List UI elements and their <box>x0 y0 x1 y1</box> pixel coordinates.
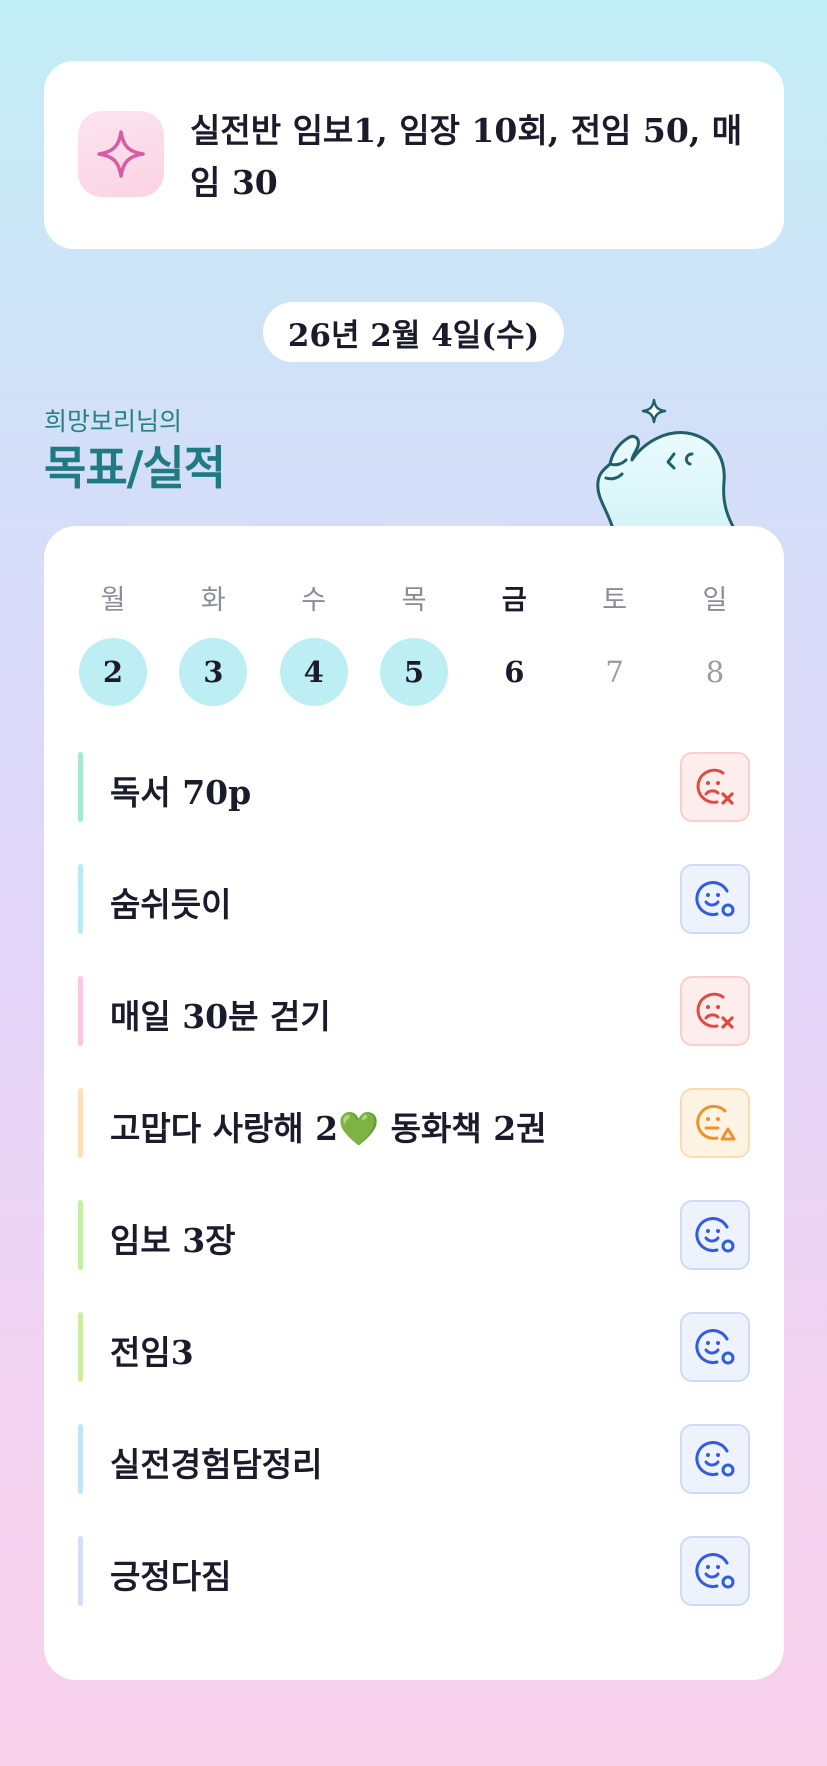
task-list: 독서 70p 숨쉬듯이매일 30분 걷기고맙다 사랑해 2💚 동화책 2권임보 3… <box>78 752 750 1648</box>
page-title: 목표/실적 <box>44 441 226 495</box>
task-item[interactable]: 매일 30분 걷기 <box>78 976 750 1088</box>
neutral-face-triangle-icon[interactable] <box>680 1088 750 1158</box>
day-number[interactable]: 4 <box>279 638 348 706</box>
day-number[interactable]: 6 <box>480 638 548 706</box>
task-color-bar <box>78 976 83 1046</box>
day-label: 목 <box>401 585 427 616</box>
day-number[interactable]: 5 <box>379 638 448 706</box>
task-label: 임보 3장 <box>110 1221 236 1260</box>
sad-face-x-icon[interactable] <box>680 976 750 1046</box>
task-item[interactable]: 독서 70p <box>78 752 750 864</box>
task-item[interactable]: 숨쉬듯이 <box>78 864 750 976</box>
day-sun[interactable]: 일 8 <box>680 578 750 706</box>
task-label: 숨쉬듯이 <box>110 885 232 924</box>
task-label: 긍정다짐 <box>110 1557 232 1596</box>
day-label: 일 <box>702 585 728 616</box>
task-color-bar <box>78 1088 83 1158</box>
goal-text: 실전반 임보1, 임장 10회, 전임 50, 매임 30 <box>190 111 743 202</box>
task-label: 전임3 <box>110 1333 194 1372</box>
day-number[interactable]: 7 <box>581 638 649 706</box>
smile-face-o-icon[interactable] <box>680 1312 750 1382</box>
task-label: 독서 70p <box>110 773 252 812</box>
day-sat[interactable]: 토 7 <box>580 578 650 706</box>
date-pill[interactable]: 26년 2월 4일(수) <box>263 302 564 362</box>
task-color-bar <box>78 1424 83 1494</box>
day-label: 금 <box>501 585 527 616</box>
task-item[interactable]: 긍정다짐 <box>78 1536 750 1648</box>
day-mon[interactable]: 월 2 <box>78 578 148 706</box>
day-label: 화 <box>200 585 226 616</box>
day-number[interactable]: 3 <box>179 638 248 706</box>
day-number[interactable]: 8 <box>681 638 749 706</box>
task-color-bar <box>78 1536 83 1606</box>
smile-face-o-icon[interactable] <box>680 1200 750 1270</box>
task-item[interactable]: 고맙다 사랑해 2💚 동화책 2권 <box>78 1088 750 1200</box>
sad-face-x-icon[interactable] <box>680 752 750 822</box>
day-label: 수 <box>301 585 327 616</box>
day-fri[interactable]: 금 6 <box>479 578 549 706</box>
day-tue[interactable]: 화 3 <box>178 578 248 706</box>
task-color-bar <box>78 864 83 934</box>
task-label: 고맙다 사랑해 2💚 동화책 2권 <box>110 1109 547 1148</box>
task-label: 매일 30분 걷기 <box>110 997 331 1036</box>
task-color-bar <box>78 752 83 822</box>
goal-card[interactable]: 실전반 임보1, 임장 10회, 전임 50, 매임 30 <box>44 61 784 249</box>
task-color-bar <box>78 1200 83 1270</box>
task-item[interactable]: 실전경험담정리 <box>78 1424 750 1536</box>
week-calendar: 월 2 화 3 수 4 목 5 금 6 토 7 일 8 <box>78 578 750 706</box>
task-color-bar <box>78 1312 83 1382</box>
day-label: 월 <box>100 585 126 616</box>
day-number[interactable]: 2 <box>79 638 147 706</box>
smile-face-o-icon[interactable] <box>680 864 750 934</box>
day-label: 토 <box>602 585 628 616</box>
smile-face-o-icon[interactable] <box>680 1424 750 1494</box>
task-label: 실전경험담정리 <box>110 1445 323 1484</box>
sparkle-icon <box>78 111 164 197</box>
goals-card: 월 2 화 3 수 4 목 5 금 6 토 7 일 8 독서 70p 숨쉬듯이매일… <box>44 526 784 1680</box>
day-thu[interactable]: 목 5 <box>379 578 449 706</box>
task-item[interactable]: 전임3 <box>78 1312 750 1424</box>
smile-face-o-icon[interactable] <box>680 1536 750 1606</box>
mascot-icon <box>588 392 748 534</box>
day-wed[interactable]: 수 4 <box>279 578 349 706</box>
task-item[interactable]: 임보 3장 <box>78 1200 750 1312</box>
